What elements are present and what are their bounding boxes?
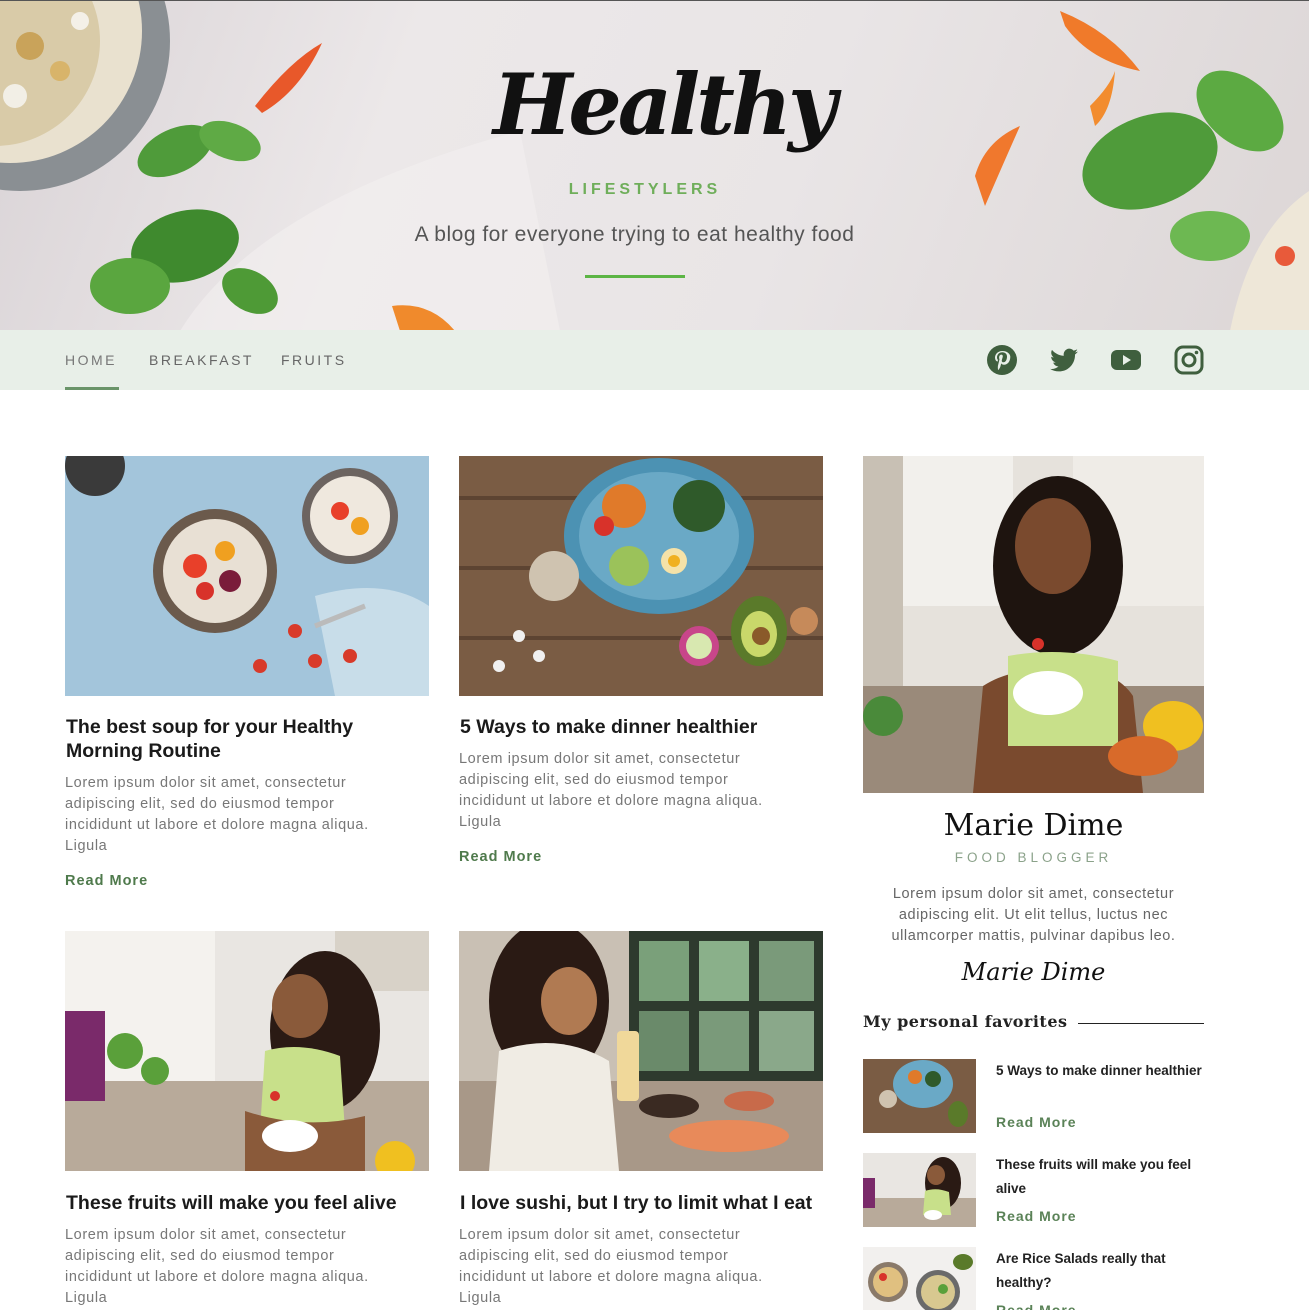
read-more-link[interactable]: Read More — [65, 873, 148, 889]
twitter-icon[interactable] — [1048, 344, 1080, 376]
post-title[interactable]: These fruits will make you feel alive — [66, 1191, 430, 1215]
author-bio: Lorem ipsum dolor sit amet, consectetur … — [891, 886, 1176, 944]
hero-food-illustration — [0, 1, 1309, 330]
favorite-thumbnail[interactable] — [863, 1247, 976, 1310]
read-more-link[interactable]: Read More — [459, 849, 542, 865]
post-excerpt: Lorem ipsum dolor sit amet, consectetur … — [459, 1227, 763, 1306]
site-logo[interactable]: Healthy — [493, 63, 837, 147]
post-title[interactable]: The best soup for your Healthy Morning R… — [66, 715, 430, 763]
post-excerpt: Lorem ipsum dolor sit amet, consectetur … — [459, 751, 763, 830]
hero-divider — [585, 275, 685, 278]
post-thumbnail[interactable] — [65, 931, 429, 1171]
favorite-thumbnail[interactable] — [863, 1153, 976, 1227]
favorite-title[interactable]: 5 Ways to make dinner healthier — [996, 1059, 1206, 1083]
nav-item-home[interactable]: HOME — [65, 352, 117, 368]
favorites-heading: My personal favorites — [863, 1012, 1078, 1031]
post-card: The best soup for your Healthy Morning R… — [65, 456, 429, 896]
site-logo-subtitle: LIFESTYLERS — [568, 181, 722, 198]
favorite-read-more-link[interactable]: Read More — [996, 1302, 1077, 1310]
nav-active-indicator — [65, 387, 119, 390]
post-title[interactable]: I love sushi, but I try to limit what I … — [460, 1191, 824, 1215]
favorite-thumbnail[interactable] — [863, 1059, 976, 1133]
post-thumbnail[interactable] — [459, 456, 823, 696]
author-photo — [863, 456, 1204, 793]
youtube-icon[interactable] — [1110, 344, 1142, 376]
author-role: FOOD BLOGGER — [954, 850, 1113, 865]
nav-item-breakfast[interactable]: BREAKFAST — [149, 352, 254, 368]
main-nav: HOME BREAKFAST FRUITS — [0, 330, 1309, 390]
author-signature: Marie Dime — [961, 958, 1106, 986]
favorite-read-more-link[interactable]: Read More — [996, 1208, 1077, 1224]
favorites-divider — [1065, 1023, 1204, 1024]
author-name: Marie Dime — [943, 808, 1124, 843]
instagram-icon[interactable] — [1173, 344, 1205, 376]
pinterest-icon[interactable] — [986, 344, 1018, 376]
post-excerpt: Lorem ipsum dolor sit amet, consectetur … — [65, 775, 369, 854]
post-title[interactable]: 5 Ways to make dinner healthier — [460, 715, 824, 739]
post-card: I love sushi, but I try to limit what I … — [459, 931, 823, 1310]
post-card: 5 Ways to make dinner healthier Lorem ip… — [459, 456, 823, 876]
post-thumbnail[interactable] — [65, 456, 429, 696]
post-excerpt: Lorem ipsum dolor sit amet, consectetur … — [65, 1227, 369, 1306]
nav-item-fruits[interactable]: FRUITS — [281, 352, 347, 368]
favorite-title[interactable]: Are Rice Salads really that healthy? — [996, 1247, 1206, 1295]
favorite-read-more-link[interactable]: Read More — [996, 1114, 1077, 1130]
post-card: These fruits will make you feel alive Lo… — [65, 931, 429, 1310]
favorite-title[interactable]: These fruits will make you feel alive — [996, 1153, 1206, 1201]
post-thumbnail[interactable] — [459, 931, 823, 1171]
hero-header: Healthy LIFESTYLERS A blog for everyone … — [0, 0, 1309, 330]
site-tagline: A blog for everyone trying to eat health… — [414, 223, 855, 246]
